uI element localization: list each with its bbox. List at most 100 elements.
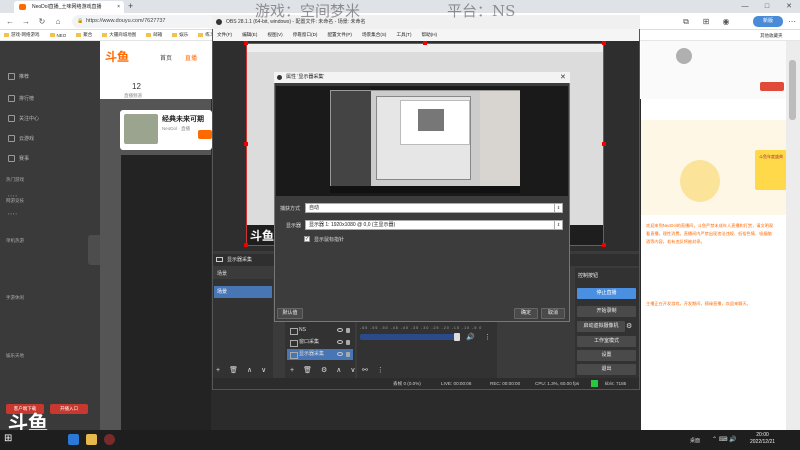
scene-list-item[interactable]: 场景 — [214, 286, 272, 298]
close-tab-icon[interactable]: × — [117, 1, 120, 13]
mixer-link-icon[interactable]: ⚯ — [362, 366, 368, 374]
dialog-close-icon[interactable]: ✕ — [560, 72, 566, 83]
pc-client-badge[interactable] — [760, 82, 784, 91]
stop-streaming-button[interactable]: 停止直播 — [577, 288, 636, 299]
spin-arrows-icon[interactable]: ⇕ — [554, 204, 562, 212]
video-player-area[interactable] — [121, 155, 211, 430]
resize-handle[interactable] — [602, 142, 606, 146]
event-ad-banner[interactable]: 斗鱼年度盛典 — [755, 150, 787, 190]
move-up-button[interactable]: ∧ — [336, 366, 341, 374]
spin-arrows-icon[interactable]: ⇕ — [554, 221, 562, 229]
move-down-button[interactable]: ∨ — [350, 366, 355, 374]
studio-mode-button[interactable]: 工作室模式 — [577, 336, 636, 347]
remove-scene-button[interactable]: 🗑 — [229, 366, 238, 374]
resize-handle[interactable] — [423, 41, 427, 45]
menu-view[interactable]: 视图(V) — [267, 32, 282, 38]
lock-icon[interactable] — [346, 340, 350, 345]
other-bookmarks[interactable]: 其他收藏夹 — [760, 30, 783, 41]
recommend-play-button[interactable] — [198, 130, 212, 139]
desktop-label[interactable]: 桌面 — [690, 437, 700, 444]
capture-method-select[interactable]: 自动 ⇕ — [305, 203, 563, 213]
explorer-icon[interactable] — [86, 434, 97, 445]
minimize-button[interactable]: — — [734, 0, 756, 13]
visibility-eye-icon[interactable] — [337, 340, 343, 344]
display-select[interactable]: 显示器 1: 1920x1080 @ 0,0 (主显示器) ⇕ — [305, 220, 563, 230]
source-item-ns[interactable]: NS — [287, 325, 353, 336]
menu-tools[interactable]: 工具(T) — [396, 32, 411, 38]
visibility-eye-icon[interactable] — [337, 352, 343, 356]
home-icon[interactable]: ⌂ — [52, 13, 64, 30]
volume-slider-track[interactable] — [360, 334, 458, 340]
maximize-button[interactable]: □ — [756, 0, 778, 13]
source-properties-icon[interactable]: ⚙ — [321, 366, 327, 374]
move-up-button[interactable]: ∧ — [247, 366, 252, 374]
show-cursor-checkbox[interactable]: ✓ — [304, 236, 310, 242]
sidebar-item-cloud-game[interactable]: 云游戏 — [8, 135, 34, 142]
resize-handle[interactable] — [602, 243, 606, 247]
edge-icon[interactable] — [68, 434, 79, 445]
tray-icons[interactable]: ⌃ ⌨ 🔊 — [712, 436, 737, 443]
resize-handle[interactable] — [244, 243, 248, 247]
visibility-eye-icon[interactable] — [337, 328, 343, 332]
start-icon[interactable]: ⊞ — [4, 433, 12, 444]
bookmark-item[interactable]: 娱乐 — [172, 32, 188, 38]
sidebar-game-link[interactable]: ▪ ▪ ▪ ▪ — [8, 211, 17, 216]
more-icon[interactable]: ⋯ — [786, 13, 798, 30]
speaker-icon[interactable]: 🔊 — [466, 333, 475, 341]
extensions-icon[interactable]: ⧉ — [680, 13, 692, 30]
obs-taskbar-icon[interactable] — [104, 434, 115, 445]
defaults-button[interactable]: 默认值 — [277, 308, 303, 319]
source-item-window-capture[interactable]: 窗口采集 — [287, 337, 353, 348]
profile-icon[interactable]: ◉ — [720, 13, 732, 30]
resize-handle[interactable] — [602, 41, 606, 45]
collections-icon[interactable]: ⊞ — [700, 13, 712, 30]
browser-tab[interactable]: NeoDol直播_土味网络游戏直播 × — [14, 1, 124, 13]
menu-docks[interactable]: 停靠窗口(D) — [293, 32, 318, 38]
menu-profile[interactable]: 配置文件(P) — [327, 32, 352, 38]
lock-icon[interactable] — [346, 328, 350, 333]
cancel-button[interactable]: 取消 — [541, 308, 565, 319]
ok-button[interactable]: 确定 — [514, 308, 538, 319]
menu-edit[interactable]: 编辑(E) — [242, 32, 257, 38]
add-source-button[interactable]: + — [290, 367, 294, 374]
browser-new-button[interactable]: 新版 — [753, 16, 783, 27]
mixer-menu-icon[interactable]: ⋮ — [484, 333, 491, 341]
douyu-logo[interactable]: 斗鱼 — [105, 48, 129, 65]
menu-file[interactable]: 文件(F) — [217, 32, 232, 38]
bookmark-item[interactable]: 邮箱 — [146, 32, 162, 38]
bookmark-item[interactable]: 游戏-网络游戏 — [4, 32, 40, 38]
start-live-button[interactable]: 开播入口 — [50, 404, 88, 414]
exit-button[interactable]: 退出 — [577, 364, 636, 375]
volume-slider-knob[interactable] — [454, 333, 460, 341]
menu-help[interactable]: 帮助(H) — [422, 32, 438, 38]
resize-handle[interactable] — [244, 142, 248, 146]
new-tab-button[interactable]: + — [128, 0, 133, 13]
bookmark-item[interactable]: NEO — [50, 33, 67, 38]
start-virtual-camera-button[interactable]: 启动虚拟摄像机 — [577, 321, 625, 332]
settings-button[interactable]: 设置 — [577, 350, 636, 361]
forward-icon[interactable]: → — [20, 13, 32, 30]
menu-scene-collection[interactable]: 场景集合(S) — [362, 32, 387, 38]
sidebar-item-events[interactable]: 赛事 — [8, 155, 29, 162]
avatar[interactable] — [676, 48, 692, 64]
scrollbar-thumb[interactable] — [789, 60, 796, 120]
resize-handle[interactable] — [244, 41, 248, 45]
taskbar-clock[interactable]: 20:00 2022/12/21 — [750, 432, 775, 446]
back-icon[interactable]: ← — [4, 13, 16, 30]
nav-live[interactable]: 直播 — [185, 53, 197, 62]
add-scene-button[interactable]: + — [216, 367, 220, 374]
start-recording-button[interactable]: 开始录制 — [577, 306, 636, 317]
mixer-more-icon[interactable]: ⋮ — [377, 366, 384, 374]
sidebar-item-recommend[interactable]: 推荐 — [8, 73, 29, 80]
source-item-display-capture[interactable]: 显示器采集 — [287, 349, 353, 360]
sidebar-item-ranking[interactable]: 排行榜 — [8, 95, 34, 102]
move-down-button[interactable]: ∨ — [261, 366, 266, 374]
bookmark-item[interactable]: 聚合 — [76, 32, 92, 38]
virtual-camera-settings-icon[interactable]: ⚙ — [626, 322, 632, 330]
bookmark-item[interactable]: 大疆商城地图 — [102, 32, 136, 38]
nav-home[interactable]: 首页 — [160, 53, 172, 62]
remove-source-button[interactable]: 🗑 — [303, 366, 312, 374]
reload-icon[interactable]: ↻ — [36, 13, 48, 30]
close-window-button[interactable]: ✕ — [778, 0, 800, 13]
sidebar-item-follow[interactable]: 关注中心 — [8, 115, 39, 122]
